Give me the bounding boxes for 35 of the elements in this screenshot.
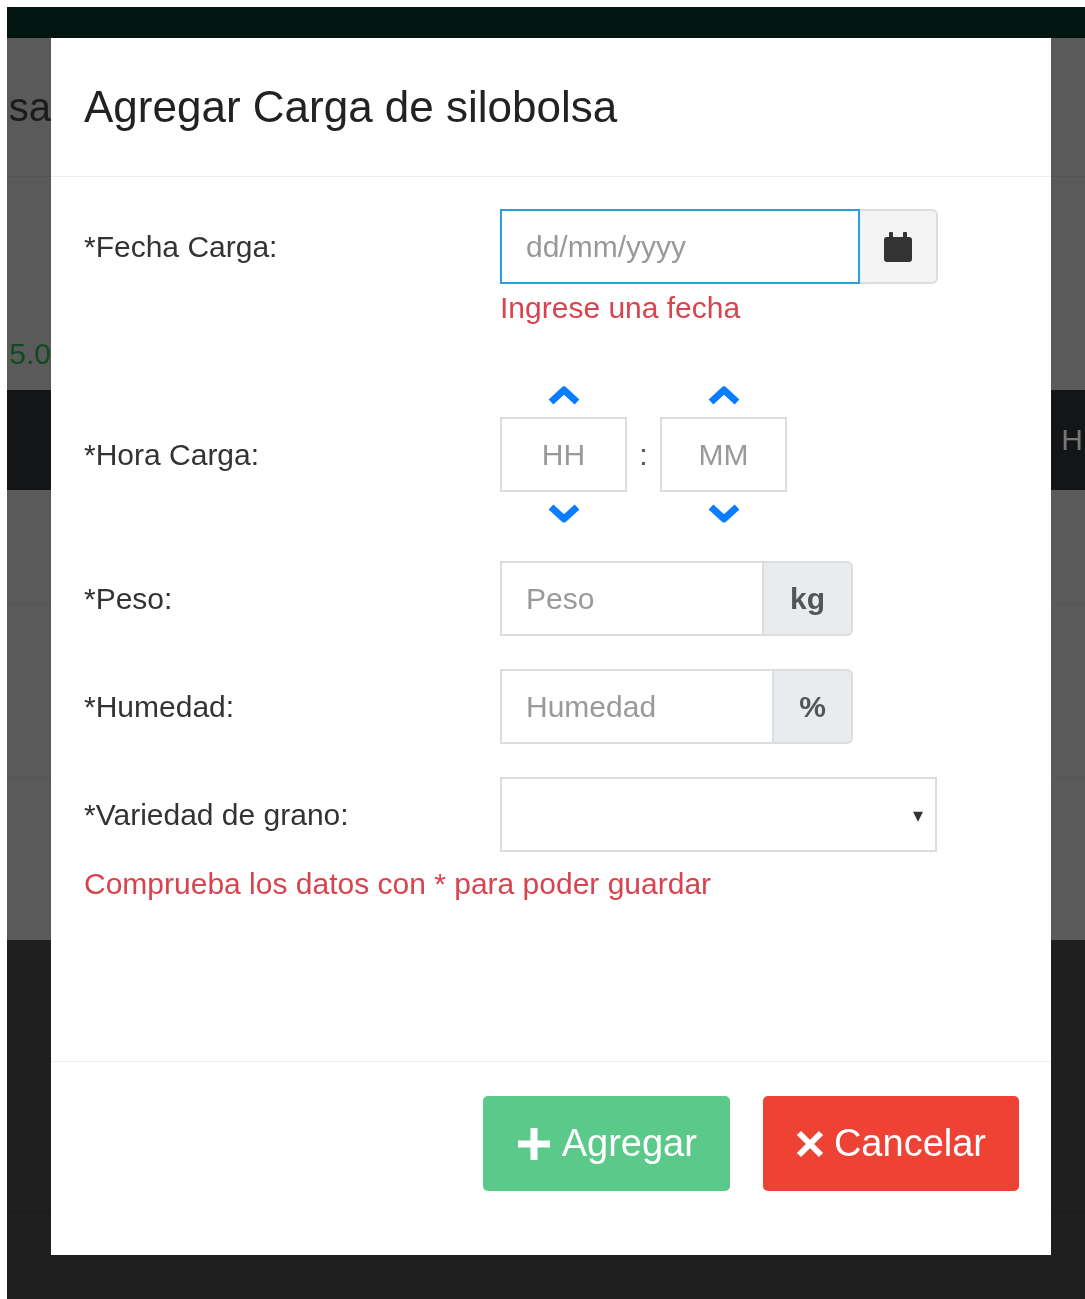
field-label: *Peso: (84, 581, 174, 617)
date-field[interactable]: dd/mm/yyyy (500, 209, 860, 284)
add-button[interactable]: Agregar (482, 1096, 730, 1191)
unit-addon: kg (764, 561, 853, 636)
chevron-up-icon (707, 385, 740, 407)
input-field[interactable]: Humedad (500, 669, 774, 744)
page-value: 5.0 (9, 339, 51, 369)
increment-button[interactable] (547, 385, 580, 407)
calendar-button[interactable] (860, 209, 938, 284)
validation-message: Comprueba los datos con * para poder guardar (84, 867, 713, 901)
dialog-title: Agregar Carga de silobolsa (84, 82, 618, 132)
chevron-down-icon (707, 502, 740, 524)
caret-icon: ▾ (913, 802, 923, 827)
cancel-button[interactable]: Cancelar (762, 1096, 1019, 1191)
minutes-field[interactable]: MM (660, 417, 787, 492)
page-heading: sa (8, 87, 51, 127)
field-label: *Hora Carga: (84, 437, 261, 473)
plus-icon (515, 1125, 552, 1162)
close-icon (795, 1129, 824, 1158)
hours-field[interactable]: HH (500, 417, 627, 492)
field-label: *Variedad de grano: (84, 797, 350, 833)
chevron-up-icon (547, 385, 580, 407)
calendar-icon (883, 230, 913, 263)
select-field[interactable]: ▾ (500, 777, 937, 852)
unit-addon: % (774, 669, 853, 744)
decrement-button[interactable] (547, 502, 580, 524)
time-separator: : (638, 437, 649, 472)
chevron-down-icon (547, 502, 580, 524)
field-label: *Humedad: (84, 689, 236, 725)
input-field[interactable]: Peso (500, 561, 764, 636)
decrement-button[interactable] (707, 502, 740, 524)
error-message: Ingrese una fecha (500, 291, 742, 325)
increment-button[interactable] (707, 385, 740, 407)
field-label: *Fecha Carga: (84, 229, 279, 265)
column-header: H (1061, 422, 1083, 457)
